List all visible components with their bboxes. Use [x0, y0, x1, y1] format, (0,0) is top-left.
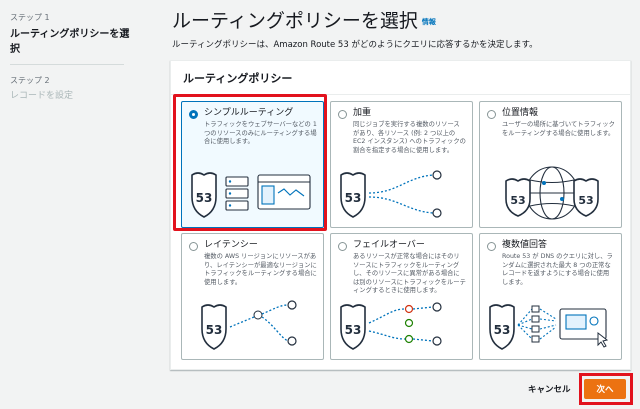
- geolocation-illustration-icon: 53 53: [505, 166, 599, 220]
- route53-shield-icon: 53: [573, 178, 599, 217]
- globe-icon: [525, 166, 579, 220]
- option-description: あるリソースが正常な場合にはそのリソースにトラフィックをルーティングし、そのリソ…: [353, 253, 466, 294]
- option-description: Route 53 が DNS のクエリに対し、ランダムに選択された最大 8 つの…: [502, 253, 613, 286]
- multivalue-illustration-icon: 53: [489, 304, 609, 350]
- selection-highlight: [173, 94, 327, 231]
- endpoint-circle-icon: [287, 336, 297, 346]
- panel-title: ルーティングポリシー: [171, 61, 630, 95]
- option-card-latency[interactable]: レイテンシー 複数の AWS リージョンにリソースがあり、レイテンシーが最適なリ…: [181, 233, 324, 360]
- option-title: 位置情報: [502, 108, 539, 118]
- svg-text:53: 53: [510, 194, 525, 207]
- svg-text:53: 53: [345, 323, 362, 337]
- route53-shield-icon: 53: [340, 172, 366, 218]
- option-card-multivalue[interactable]: 複数値回答 Route 53 が DNS のクエリに対し、ランダムに選択された最…: [479, 233, 622, 360]
- page-description: ルーティングポリシーは、Amazon Route 53 がどのようにクエリに応答…: [172, 40, 538, 50]
- page-title: ルーティングポリシーを選択: [172, 10, 418, 32]
- step-divider: [10, 64, 124, 65]
- option-title: 複数値回答: [502, 240, 548, 250]
- radio-geolocation[interactable]: [487, 110, 496, 119]
- unhealthy-status-icon: [404, 304, 414, 314]
- option-description: 同じジョブを実行する複数のリソースがあり、各リソース (例: 2 つ以上の EC…: [353, 121, 466, 154]
- svg-text:53: 53: [345, 191, 362, 205]
- step-2-label: ステップ 2: [10, 76, 50, 85]
- latency-illustration-icon: 53: [201, 300, 297, 350]
- option-description: 複数の AWS リージョンにリソースがあり、レイテンシーが最適なリージョンにトラ…: [204, 253, 317, 286]
- step-1-label: ステップ 1: [10, 13, 50, 22]
- endpoint-circle-icon: [432, 208, 442, 218]
- step-2-name: レコードを設定: [10, 91, 74, 101]
- radio-weighted[interactable]: [338, 110, 347, 119]
- route53-shield-icon: 53: [489, 304, 515, 350]
- endpoint-circle-icon: [432, 170, 442, 180]
- radio-latency[interactable]: [189, 242, 198, 251]
- option-card-failover[interactable]: フェイルオーバー あるリソースが正常な場合にはそのリソースにトラフィックをルーテ…: [330, 233, 473, 360]
- svg-text:53: 53: [578, 194, 593, 207]
- wizard-steps: ステップ 1 ルーティングポリシーを選択 ステップ 2 レコードを設定: [10, 12, 130, 101]
- endpoint-circle-icon: [432, 336, 442, 346]
- svg-text:53: 53: [206, 323, 223, 337]
- option-title: フェイルオーバー: [353, 240, 425, 250]
- endpoint-circle-icon: [432, 302, 442, 312]
- option-description: ユーザーの場所に基づいてトラフィックをルーティングする場合に使用します。: [502, 121, 615, 137]
- info-link[interactable]: 情報: [422, 18, 436, 26]
- healthy-status-icon: [404, 318, 414, 328]
- next-button[interactable]: 次へ: [584, 379, 626, 399]
- route53-shield-icon: 53: [505, 178, 531, 217]
- radio-multivalue[interactable]: [487, 242, 496, 251]
- route53-shield-icon: 53: [201, 304, 227, 350]
- option-title: 加重: [353, 108, 372, 118]
- cancel-button[interactable]: キャンセル: [528, 383, 571, 395]
- route53-shield-icon: 53: [340, 304, 366, 350]
- record-list-icon: [531, 305, 540, 343]
- healthy-status-icon: [404, 334, 414, 344]
- svg-text:53: 53: [494, 323, 511, 337]
- endpoint-circle-icon: [287, 300, 297, 310]
- radio-failover[interactable]: [338, 242, 347, 251]
- option-card-geolocation[interactable]: 位置情報 ユーザーの場所に基づいてトラフィックをルーティングする場合に使用します…: [479, 101, 622, 228]
- weighted-routing-illustration-icon: 53: [340, 170, 442, 218]
- failover-illustration-icon: 53: [340, 302, 442, 350]
- option-card-weighted[interactable]: 加重 同じジョブを実行する複数のリソースがあり、各リソース (例: 2 つ以上の…: [330, 101, 473, 228]
- step-1-name: ルーティングポリシーを選択: [10, 29, 130, 55]
- option-title: レイテンシー: [204, 240, 258, 250]
- page-title-row: ルーティングポリシーを選択 情報: [172, 6, 436, 33]
- stopwatch-icon: [253, 310, 263, 320]
